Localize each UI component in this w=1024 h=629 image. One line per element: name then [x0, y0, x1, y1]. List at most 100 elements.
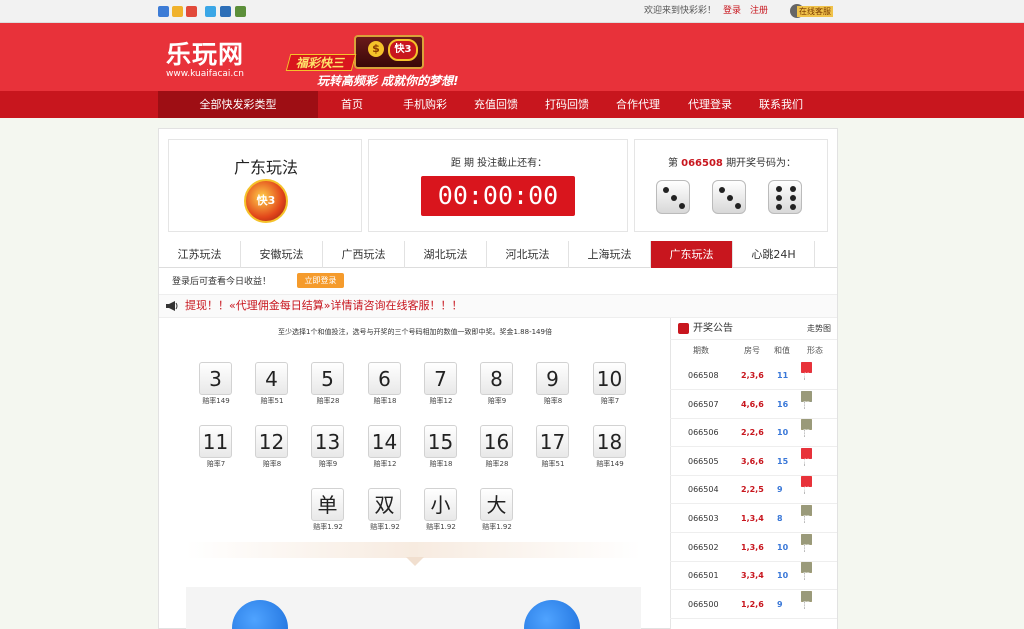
sums-button[interactable]: 15 — [424, 425, 457, 458]
trend-chart-link[interactable]: 走势图 — [807, 318, 831, 340]
die-pip — [776, 204, 782, 210]
divider-glow — [186, 542, 641, 558]
login-now-button[interactable]: 立即登录 — [297, 273, 344, 288]
sums-button[interactable]: 14 — [368, 425, 401, 458]
history-row: 066506 2,2,6 10 小 | 双 — [670, 419, 837, 448]
k3-badge: 快3 — [388, 39, 418, 61]
parity-badge: 双 — [801, 505, 812, 523]
die-2 — [712, 180, 746, 214]
nav-item-home[interactable]: 首页 — [341, 91, 363, 118]
nav-item-recharge-bonus[interactable]: 充值回馈 — [474, 91, 518, 118]
die-pip — [735, 203, 741, 209]
odds-label: 赔率28 — [316, 397, 340, 405]
countdown-label: 距 期 投注截止还有： — [450, 158, 548, 169]
share-renren-icon[interactable] — [220, 6, 231, 17]
notice-text[interactable]: 提现！！«代理佣金每日结算»详情请咨询在线客服！！！ — [185, 295, 462, 317]
parity-badge: 双 — [801, 419, 812, 437]
die-pip — [719, 187, 725, 193]
history-header: 开奖公告 走势图 — [670, 318, 837, 340]
odds-label: 赔率28 — [485, 460, 509, 468]
sums-button[interactable]: 11 — [199, 425, 232, 458]
history-row: 066508 2,3,6 11 大 | 单 — [670, 362, 837, 390]
draw-issue: 066508 — [681, 158, 723, 169]
sums-button[interactable]: 3 — [199, 362, 232, 395]
nav-item-partner[interactable]: 合作代理 — [616, 91, 660, 118]
odds-label: 赔率8 — [543, 397, 563, 405]
odds-label: 赔率8 — [262, 460, 282, 468]
row-issue: 066506 — [688, 428, 719, 438]
share-qzone-icon[interactable] — [172, 6, 183, 17]
sums-button[interactable]: 10 — [593, 362, 626, 395]
die-pip — [776, 186, 782, 192]
row-issue: 066504 — [688, 485, 719, 495]
row-issue: 066508 — [688, 371, 719, 380]
types-button[interactable]: 单 — [311, 488, 344, 521]
odds-label: 赔率18 — [373, 397, 397, 405]
sums-button[interactable]: 8 — [480, 362, 513, 395]
share-weibo-icon[interactable] — [186, 6, 197, 17]
share-douban-icon[interactable] — [235, 6, 246, 17]
tab-5[interactable]: 上海玩法 — [569, 241, 651, 268]
parity-badge: 双 — [801, 590, 812, 609]
row-issue: 066500 — [688, 599, 719, 609]
sums-button[interactable]: 6 — [368, 362, 401, 395]
odds-label: 赔率12 — [429, 397, 453, 405]
sums-button[interactable]: 9 — [536, 362, 569, 395]
row-sum: 16 — [777, 399, 789, 409]
login-link[interactable]: 登录 — [723, 0, 741, 23]
sums-button[interactable]: 5 — [311, 362, 344, 395]
share-tencent-icon[interactable] — [205, 6, 216, 17]
odds-label: 赔率1.92 — [313, 523, 343, 531]
row-issue: 066507 — [688, 399, 719, 409]
types-button[interactable]: 大 — [480, 488, 513, 521]
nav-item-rebate[interactable]: 打码回馈 — [545, 91, 589, 118]
banner-slogan: 玩转高频彩 成就你的梦想! — [317, 74, 459, 88]
parity-badge: 单 — [801, 447, 812, 466]
row-sum: 9 — [777, 485, 783, 495]
notice-bar: 提现！！«代理佣金每日结算»详情请咨询在线客服！！！ — [159, 294, 837, 318]
sums-button[interactable]: 4 — [255, 362, 288, 395]
sums-button[interactable]: 18 — [593, 425, 626, 458]
all-lottery-types-menu[interactable]: 全部快发彩类型 — [158, 91, 318, 118]
sums-button[interactable]: 12 — [255, 425, 288, 458]
region-tabs: 江苏玩法 安徽玩法 广西玩法 湖北玩法 河北玩法 上海玩法 广东玩法 心跳24H — [159, 241, 837, 268]
die-pip — [679, 203, 685, 209]
divider-arrow — [406, 557, 424, 566]
row-sum: 8 — [777, 514, 783, 523]
nav-item-contact[interactable]: 联系我们 — [759, 91, 803, 118]
tab-0[interactable]: 江苏玩法 — [159, 241, 241, 268]
odds-label: 赔率1.92 — [370, 523, 400, 531]
sums-button[interactable]: 17 — [536, 425, 569, 458]
register-link[interactable]: 注册 — [750, 0, 768, 23]
types-button[interactable]: 双 — [368, 488, 401, 521]
site-url: www.kuaifacai.cn — [166, 69, 244, 79]
site-logo[interactable]: 乐玩网 — [166, 35, 244, 71]
tab-1[interactable]: 安徽玩法 — [241, 241, 323, 268]
rule-text: 至少选择1个和值投注，选号与开奖的三个号码相加的数值一致即中奖。奖金1.88-1… — [278, 328, 552, 336]
row-numbers: 1,3,6 — [741, 542, 764, 552]
row-sum: 10 — [777, 428, 789, 438]
online-service-button[interactable]: 在线客服 — [797, 6, 833, 17]
row-issue: 066503 — [688, 514, 719, 523]
share-plus-icon[interactable] — [158, 6, 169, 17]
tab-6[interactable]: 广东玩法 — [651, 241, 733, 268]
row-sum: 15 — [777, 456, 789, 466]
odds-label: 赔率1.92 — [426, 523, 456, 531]
sums-button[interactable]: 16 — [480, 425, 513, 458]
sums-button[interactable]: 13 — [311, 425, 344, 458]
row-numbers: 1,2,6 — [741, 599, 764, 609]
nav-item-mobile[interactable]: 手机购彩 — [403, 91, 447, 118]
row-issue: 066502 — [688, 542, 719, 552]
tab-7[interactable]: 心跳24H — [733, 241, 815, 268]
tab-4[interactable]: 河北玩法 — [487, 241, 569, 268]
megaphone-icon — [165, 300, 179, 312]
nav-item-agent-login[interactable]: 代理登录 — [688, 91, 732, 118]
top-bar: 欢迎来到快彩彩！ 登录 注册 在线客服 — [0, 0, 1024, 23]
tab-3[interactable]: 湖北玩法 — [405, 241, 487, 268]
tab-2[interactable]: 广西玩法 — [323, 241, 405, 268]
parity-badge: 双 — [801, 390, 812, 409]
odds-label: 赔率9 — [487, 397, 507, 405]
types-button[interactable]: 小 — [424, 488, 457, 521]
trophy-icon — [678, 323, 689, 334]
sums-button[interactable]: 7 — [424, 362, 457, 395]
